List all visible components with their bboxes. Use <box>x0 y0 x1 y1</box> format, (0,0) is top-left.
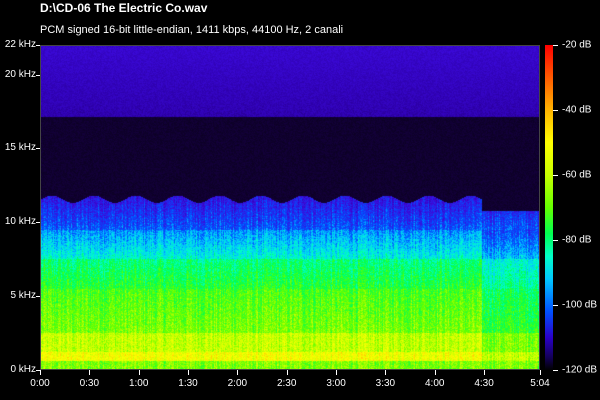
db-color-scale <box>545 45 553 370</box>
time-tick-label: 2:00 <box>227 378 248 389</box>
time-tick-label: 0:30 <box>79 378 100 389</box>
time-tick-label: 4:00 <box>425 378 445 389</box>
time-tick-mark <box>336 370 338 375</box>
time-tick-mark <box>484 370 486 375</box>
db-tick-mark <box>553 240 558 241</box>
time-tick-mark <box>237 370 239 375</box>
frequency-tick-label: 5 kHz <box>10 290 36 302</box>
audio-format-info: PCM signed 16-bit little-endian, 1411 kb… <box>40 24 344 36</box>
spectrogram-canvas <box>41 46 539 369</box>
time-tick-mark <box>40 370 41 375</box>
frequency-tick-mark <box>36 74 40 76</box>
db-tick-label: -60 dB <box>562 169 592 181</box>
db-tick-label: -100 dB <box>562 299 598 311</box>
time-tick-mark <box>385 370 387 375</box>
time-tick-label: 0:00 <box>30 378 50 389</box>
time-tick-mark <box>540 370 541 375</box>
db-tick-mark <box>553 305 558 306</box>
spectrogram-view[interactable] <box>40 45 540 370</box>
db-tick-mark <box>553 110 558 111</box>
db-tick-mark <box>553 45 558 46</box>
frequency-tick-label: 20 kHz <box>4 68 36 80</box>
frequency-tick-label: 10 kHz <box>4 216 36 228</box>
frequency-tick-mark <box>36 148 40 150</box>
time-tick-label: 5:04 <box>530 378 550 389</box>
time-tick-label: 4:30 <box>474 378 494 389</box>
frequency-tick-mark <box>36 296 40 298</box>
db-tick-label: -20 dB <box>562 39 592 51</box>
db-tick-label: -120 dB <box>562 364 598 376</box>
time-tick-label: 1:30 <box>178 378 198 389</box>
db-tick-mark <box>553 175 558 176</box>
time-tick-mark <box>188 370 190 375</box>
db-tick-mark <box>553 370 558 371</box>
frequency-tick-mark <box>36 45 40 46</box>
db-tick-label: -40 dB <box>562 104 592 116</box>
time-tick-mark <box>286 370 288 375</box>
time-tick-mark <box>434 370 436 375</box>
time-tick-label: 3:00 <box>326 378 346 389</box>
frequency-tick-label: 22 kHz <box>4 39 36 50</box>
time-tick-mark <box>138 370 140 375</box>
time-tick-label: 2:30 <box>276 378 297 389</box>
time-tick-label: 3:30 <box>375 378 396 389</box>
time-tick-label: 1:00 <box>128 378 149 389</box>
db-tick-label: -80 dB <box>562 234 592 246</box>
time-axis: 0:00 0:30 1:00 1:30 2:00 2:30 3:00 3:30 4:00 4:30… <box>0 370 600 400</box>
frequency-axis: 22 kHz 20 kHz 15 kHz 10 kHz 5 kHz 0 kHz <box>0 0 40 400</box>
window-title: D:\CD-06 The Electric Co.wav <box>40 1 208 15</box>
time-tick-mark <box>89 370 91 375</box>
frequency-tick-label: 15 kHz <box>4 142 36 154</box>
frequency-tick-mark <box>36 222 40 224</box>
